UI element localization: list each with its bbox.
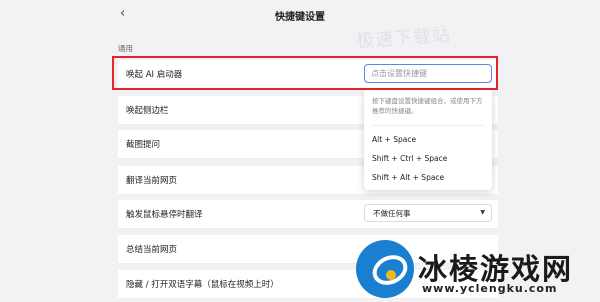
shortcut-label: 截图提问 (126, 140, 161, 150)
dropdown-hint: 按下键盘设置快捷键组合，或使用下方推荐的快捷键。 (372, 97, 483, 115)
top-bar: ‹ 快捷键设置 (0, 0, 600, 30)
shortcut-label: 隐藏 / 打开双语字幕（鼠标在视频上时） (126, 280, 279, 290)
page-title: 快捷键设置 (275, 12, 325, 23)
hotkey-suggestion-dropdown: 按下键盘设置快捷键组合，或使用下方推荐的快捷键。 Alt + Space Shi… (364, 90, 492, 190)
watermark-logo: 冰棱游戏网 www.yclengku.com (348, 238, 600, 302)
hover-translate-select[interactable]: 不做任何事 ▼ (364, 204, 492, 222)
logo-icon (356, 240, 414, 298)
hotkey-option-shift-ctrl-space[interactable]: Shift + Ctrl + Space (372, 154, 447, 163)
shortcut-label: 触发鼠标悬停时翻译 (126, 210, 203, 220)
logo-url: www.yclengku.com (422, 282, 558, 295)
hotkey-input[interactable] (364, 64, 492, 83)
shortcut-label: 翻译当前网页 (126, 176, 178, 186)
caret-down-icon: ▼ (480, 209, 485, 216)
dropdown-divider (372, 125, 484, 126)
shortcut-label: 唤起侧边栏 (126, 106, 169, 116)
watermark-text: 极速下载站 (355, 24, 452, 53)
shortcut-label: 总结当前网页 (126, 245, 178, 255)
select-value: 不做任何事 (373, 209, 411, 218)
hotkey-option-alt-space[interactable]: Alt + Space (372, 135, 416, 144)
hotkey-option-shift-alt-space[interactable]: Shift + Alt + Space (372, 173, 444, 182)
section-label-general: 通用 (118, 44, 133, 53)
